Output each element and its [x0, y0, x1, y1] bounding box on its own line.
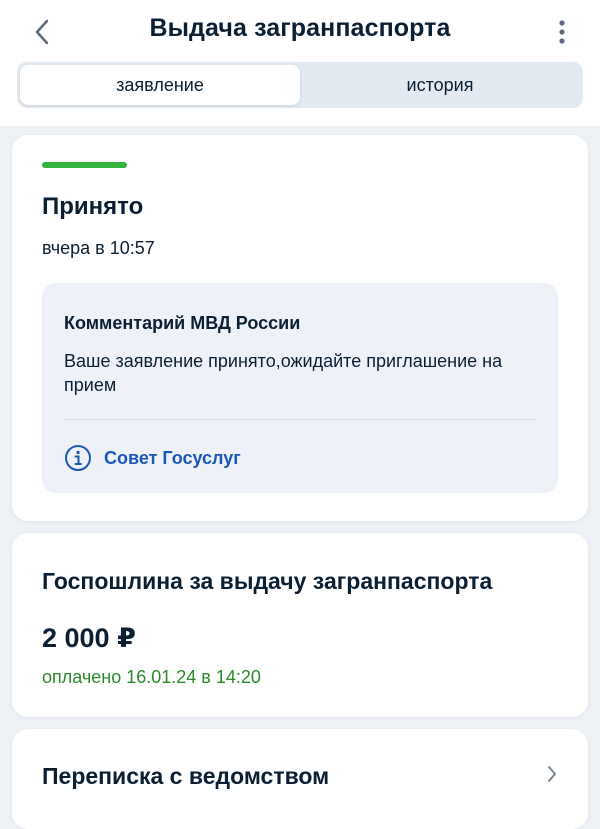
tab-history[interactable]: история	[300, 65, 580, 105]
info-icon	[65, 445, 91, 471]
status-indicator	[42, 162, 127, 168]
fee-amount: 2 000 ₽	[42, 623, 136, 653]
gosuslugi-advice-link[interactable]: Совет Госуслуг	[64, 444, 241, 472]
status-time: вчера в 10:57	[42, 238, 155, 258]
correspondence-card[interactable]: Переписка с ведомством	[12, 729, 588, 829]
comment-text: Ваше заявление принято,ожидайте приглаше…	[64, 351, 503, 395]
page-title: Выдача загранпаспорта	[149, 14, 451, 42]
more-menu-button[interactable]	[544, 12, 580, 52]
divider	[64, 419, 536, 420]
chevron-right-icon	[542, 763, 562, 785]
status-card: Принято вчера в 10:57 Комментарий МВД Ро…	[12, 135, 588, 521]
payment-status: оплачено 16.01.24 в 14:20	[42, 667, 261, 687]
more-vertical-icon	[559, 20, 565, 44]
tab-application[interactable]: заявление	[20, 65, 300, 105]
advice-link-label: Совет Госуслуг	[104, 447, 241, 468]
comment-box: Комментарий МВД России Ваше заявление пр…	[42, 283, 558, 493]
fee-title: Госпошлина за выдачу загранпаспорта	[42, 568, 493, 594]
status-title: Принято	[42, 193, 144, 220]
tabs-container: заявление история	[0, 60, 600, 126]
app-header: Выдача загранпаспорта	[0, 0, 600, 60]
correspondence-title: Переписка с ведомством	[42, 763, 330, 789]
segmented-tabs: заявление история	[17, 62, 583, 108]
fee-card: Госпошлина за выдачу загранпаспорта 2 00…	[12, 533, 588, 717]
comment-title: Комментарий МВД России	[64, 313, 301, 333]
